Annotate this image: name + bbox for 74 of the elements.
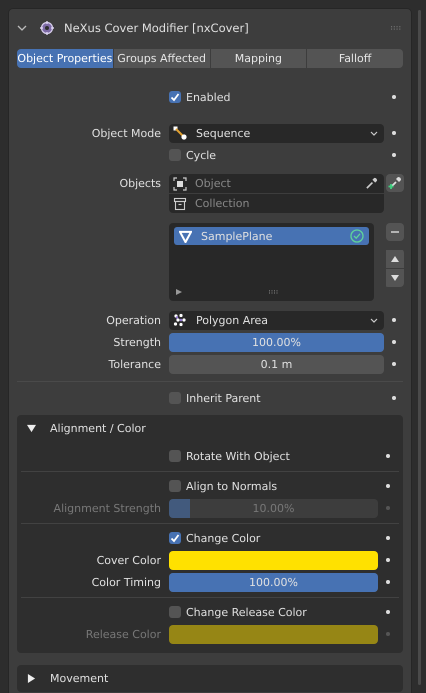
checkbox-label: Rotate With Object bbox=[186, 450, 290, 462]
field-label: Release Color bbox=[84, 628, 162, 640]
checkbox[interactable] bbox=[169, 91, 181, 103]
tab[interactable]: Falloff bbox=[307, 49, 403, 68]
caret-icon bbox=[370, 130, 378, 136]
subpanel-title[interactable]: Movement bbox=[50, 672, 108, 685]
tab[interactable]: Groups Affected bbox=[114, 49, 210, 68]
drag-handle-icon[interactable] bbox=[391, 26, 402, 30]
check-circle-icon bbox=[350, 229, 364, 243]
checkbox[interactable] bbox=[169, 480, 181, 492]
triangle-icon bbox=[179, 230, 192, 242]
keyframe-dot[interactable] bbox=[386, 558, 390, 562]
collection-field[interactable]: Collection bbox=[169, 194, 384, 213]
keyframe-dot[interactable] bbox=[386, 454, 390, 458]
subpanel-title[interactable]: Alignment / Color bbox=[50, 422, 146, 435]
down-triangle-icon bbox=[390, 273, 400, 283]
field-label: Alignment Strength bbox=[52, 502, 162, 514]
collection-icon bbox=[173, 196, 187, 210]
field-label: Object Mode bbox=[90, 126, 162, 140]
keyframe-dot[interactable] bbox=[392, 318, 396, 322]
field-label: Cover Color bbox=[96, 554, 162, 566]
tolerance-field[interactable]: 0.1 m bbox=[169, 354, 384, 374]
slider[interactable]: 100.00% bbox=[169, 572, 378, 592]
checkbox-label: Change Color bbox=[186, 532, 260, 544]
checkbox-label: Align to Normals bbox=[186, 480, 278, 492]
keyframe-dot[interactable] bbox=[392, 95, 396, 99]
chevron-icon[interactable] bbox=[17, 23, 27, 33]
keyframe-dot[interactable] bbox=[386, 484, 390, 488]
gear-icon bbox=[39, 20, 55, 36]
field-label: Strength bbox=[112, 336, 162, 348]
tab[interactable]: Object Properties bbox=[17, 49, 113, 68]
keyframe-dot[interactable] bbox=[386, 506, 390, 510]
field-label: Tolerance bbox=[108, 358, 162, 370]
checkbox[interactable] bbox=[169, 450, 181, 462]
remove-button[interactable] bbox=[386, 223, 404, 241]
caret-icon bbox=[370, 318, 378, 322]
keyframe-dot[interactable] bbox=[386, 536, 390, 540]
expand-triangle-icon[interactable] bbox=[176, 289, 182, 295]
keyframe-dot[interactable] bbox=[392, 362, 396, 366]
checkbox-label: Enabled bbox=[186, 90, 230, 104]
strength-slider[interactable]: 100.00% bbox=[169, 332, 384, 352]
object-icon bbox=[173, 176, 187, 190]
panel-title: NeXus Cover Modifier [nxCover] bbox=[64, 21, 250, 35]
keyframe-dot[interactable] bbox=[386, 580, 390, 584]
dots-icon bbox=[173, 313, 187, 327]
keyframe-dot[interactable] bbox=[392, 153, 396, 157]
move-up-button[interactable] bbox=[386, 250, 404, 268]
field-label: Color Timing bbox=[90, 576, 162, 588]
object-mode-dropdown[interactable]: Sequence bbox=[169, 124, 384, 142]
disclosure-triangle-icon[interactable] bbox=[27, 424, 36, 433]
checkbox[interactable] bbox=[169, 532, 181, 544]
eyedropper-add-button[interactable] bbox=[386, 174, 404, 192]
move-down-button[interactable] bbox=[386, 269, 404, 287]
checkbox-label: Inherit Parent bbox=[186, 392, 261, 404]
operation-dropdown[interactable]: Polygon Area bbox=[169, 310, 384, 330]
up-triangle-icon bbox=[390, 254, 400, 264]
field-label: Operation bbox=[105, 314, 162, 326]
eyedropper-icon[interactable] bbox=[365, 177, 378, 190]
object-field[interactable]: Object bbox=[169, 174, 384, 194]
keyframe-dot[interactable] bbox=[386, 632, 390, 636]
keyframe-dot[interactable] bbox=[392, 396, 396, 400]
keyframe-dot[interactable] bbox=[386, 610, 390, 614]
eyedropper-plus-icon bbox=[388, 176, 402, 190]
field-label: Objects bbox=[118, 176, 162, 192]
tab[interactable]: Mapping bbox=[210, 49, 306, 68]
keyframe-dot[interactable] bbox=[392, 340, 396, 344]
list-item[interactable]: SamplePlane bbox=[174, 227, 369, 245]
checkbox-label: Change Release Color bbox=[186, 606, 307, 618]
checkbox[interactable] bbox=[169, 606, 181, 618]
checkbox-label: Cycle bbox=[186, 148, 216, 162]
keyframe-dot[interactable] bbox=[392, 131, 396, 135]
sequence-icon bbox=[173, 126, 187, 140]
color-swatch[interactable] bbox=[169, 550, 378, 570]
disclosure-triangle-icon[interactable] bbox=[27, 674, 36, 683]
